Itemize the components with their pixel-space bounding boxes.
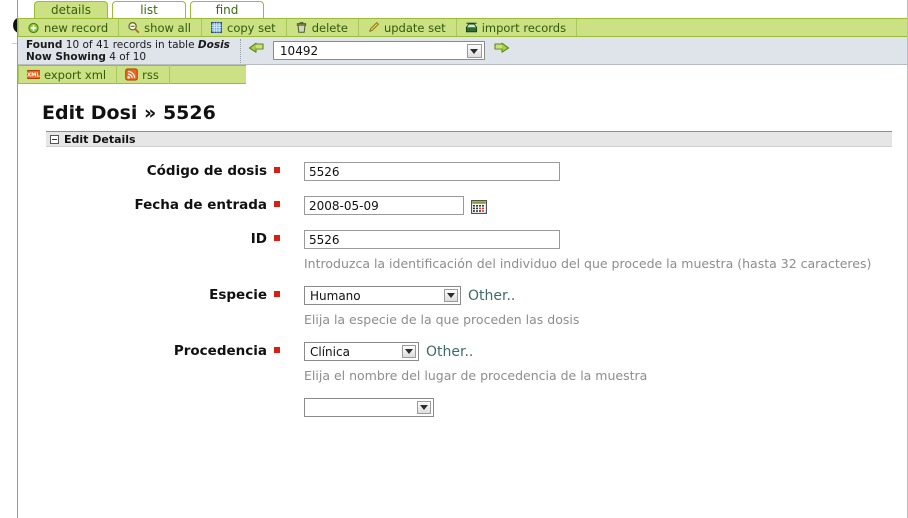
update-set-label: update set <box>383 20 446 35</box>
section-header-edit-details[interactable]: Edit Details <box>46 131 892 147</box>
id-input[interactable]: 5526 <box>304 230 560 249</box>
field-row-especie: Especie Humano Other.. <box>22 286 908 305</box>
now-showing-total: 10 <box>132 50 147 63</box>
show-all-label: show all <box>144 20 191 35</box>
rss-icon <box>125 68 138 81</box>
field-cell-fecha-de-entrada: 2008-05-09 <box>280 196 487 215</box>
hint-procedencia: Elija el nombre del lugar de procedencia… <box>304 368 648 383</box>
new-record-button[interactable]: new record <box>18 19 120 36</box>
tab-list[interactable]: list <box>112 1 186 18</box>
chevron-down-icon[interactable] <box>417 401 431 414</box>
copy-set-button[interactable]: copy set <box>202 19 287 36</box>
edit-form: Edit Dosi » 5526 Edit Details Código de … <box>0 102 908 417</box>
field-row-fecha-de-entrada: Fecha de entrada 2008-05-09 <box>22 196 908 215</box>
record-select[interactable]: 10492 <box>272 41 485 60</box>
field-label-text: Fecha de entrada <box>134 197 267 213</box>
new-record-label: new record <box>44 20 109 35</box>
field-label-id: ID <box>22 230 280 248</box>
record-select-value: 10492 <box>279 43 319 58</box>
export-xml-button[interactable]: XML export xml <box>18 65 118 84</box>
collapse-minus-icon[interactable] <box>50 134 59 144</box>
tab-find-label: find <box>215 3 239 17</box>
found-count: 10 <box>65 38 80 51</box>
field-cell-id: 5526 <box>280 230 560 249</box>
tab-list-label: list <box>140 3 158 17</box>
field-label-fecha-de-entrada: Fecha de entrada <box>22 196 280 214</box>
form-title: Edit Dosi » 5526 <box>42 102 216 124</box>
section-header-label: Edit Details <box>64 132 136 146</box>
found-total: 41 <box>95 38 110 51</box>
tab-find[interactable]: find <box>190 1 264 18</box>
procedencia-other-link[interactable]: Other.. <box>426 344 473 360</box>
field-label-text: Código de dosis <box>146 163 267 179</box>
field-label-codigo-de-dosis: Código de dosis <box>22 162 280 180</box>
field-label-especie: Especie <box>22 286 280 304</box>
field-cell-next-clipped <box>280 398 434 417</box>
procedencia-select-value: Clínica <box>310 344 350 359</box>
field-cell-especie: Humano Other.. <box>280 286 515 305</box>
xml-icon: XML <box>27 68 41 81</box>
field-label-text: Especie <box>209 287 267 303</box>
app-window: details list find new record show all co… <box>0 0 908 518</box>
trash-icon <box>295 21 308 34</box>
field-row-id: ID 5526 <box>22 230 908 249</box>
found-records-text: Found 10 of 41 records in table Dosis No… <box>26 38 241 63</box>
show-all-button[interactable]: show all <box>119 19 202 36</box>
now-showing-label: Now Showing <box>26 50 106 63</box>
field-row-codigo-de-dosis: Código de dosis 5526 <box>22 162 908 181</box>
procedencia-select[interactable]: Clínica <box>304 342 419 361</box>
copy-set-label: copy set <box>227 20 276 35</box>
field-row-next-clipped <box>22 398 908 417</box>
codigo-de-dosis-input[interactable]: 5526 <box>304 162 560 181</box>
import-records-button[interactable]: import records <box>457 19 578 36</box>
inbox-icon <box>465 21 478 34</box>
svg-text:XML: XML <box>27 73 40 79</box>
field-label-text: Procedencia <box>173 343 267 359</box>
field-cell-procedencia: Clínica Other.. <box>280 342 473 361</box>
tab-details[interactable]: details <box>34 1 108 18</box>
found-word: Found <box>26 38 63 51</box>
found-records-bar: Found 10 of 41 records in table Dosis No… <box>18 37 907 65</box>
rss-label: rss <box>142 67 159 82</box>
especie-select-value: Humano <box>310 288 361 303</box>
field-label-text: ID <box>250 231 267 247</box>
field-row-procedencia: Procedencia Clínica Other.. <box>22 342 908 361</box>
magnifier-icon <box>127 21 140 34</box>
record-action-toolbar: new record show all copy set delete upda… <box>18 18 907 37</box>
now-showing-index: 4 <box>109 50 116 63</box>
pencil-icon <box>367 21 380 34</box>
delete-label: delete <box>311 20 348 35</box>
chevron-down-icon[interactable] <box>444 289 458 302</box>
top-toolbar-zone: details list find new record show all co… <box>18 0 907 65</box>
record-action-bar: XML export xml rss <box>18 65 246 84</box>
field-label-next-clipped <box>22 398 280 416</box>
found-of: of <box>82 38 93 51</box>
chevron-down-icon[interactable] <box>466 44 482 58</box>
plus-circle-icon <box>27 21 40 34</box>
rss-button[interactable]: rss <box>117 65 170 84</box>
next-select-clipped[interactable] <box>304 398 434 417</box>
now-showing-of: of <box>119 50 130 63</box>
import-records-label: import records <box>481 20 567 35</box>
grid-copy-icon <box>210 21 223 34</box>
field-label-procedencia: Procedencia <box>22 342 280 360</box>
arrow-left-icon[interactable] <box>247 42 267 59</box>
view-tabs: details list find <box>18 0 907 18</box>
update-set-button[interactable]: update set <box>359 19 457 36</box>
especie-select[interactable]: Humano <box>304 286 461 305</box>
found-table-phrase: records in table <box>112 38 195 51</box>
calendar-icon[interactable] <box>471 199 487 214</box>
toolbar-filler <box>577 19 907 36</box>
hint-id: Introduzca la identificación del individ… <box>304 256 872 271</box>
found-table-name: Dosis <box>197 38 230 51</box>
especie-other-link[interactable]: Other.. <box>468 288 515 304</box>
chevron-down-icon[interactable] <box>402 345 416 358</box>
fecha-de-entrada-input[interactable]: 2008-05-09 <box>304 196 464 215</box>
export-xml-label: export xml <box>44 67 107 82</box>
field-cell-codigo-de-dosis: 5526 <box>280 162 560 181</box>
hint-especie: Elija la especie de la que proceden las … <box>304 312 580 327</box>
delete-button[interactable]: delete <box>287 19 359 36</box>
tab-details-label: details <box>51 3 91 17</box>
arrow-right-icon[interactable] <box>491 42 511 59</box>
